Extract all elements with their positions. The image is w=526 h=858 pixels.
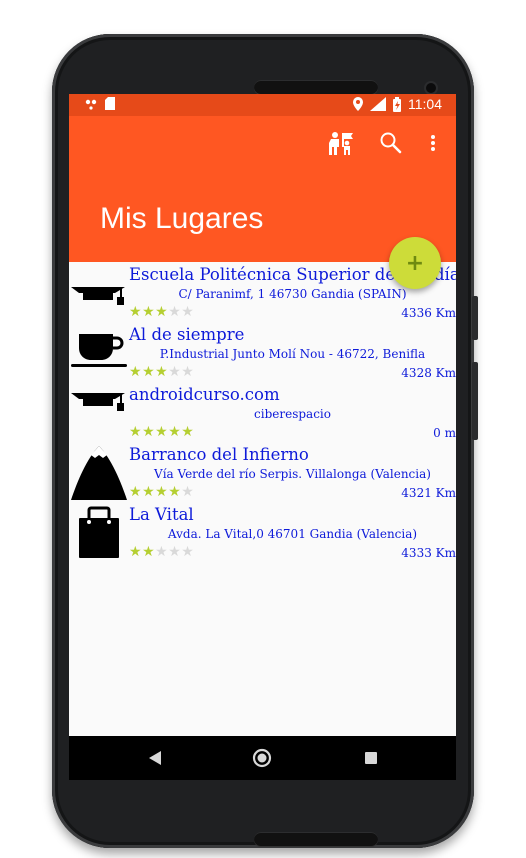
- star-icon[interactable]: ★: [129, 484, 142, 500]
- rating-stars[interactable]: ★★★★★: [129, 425, 194, 439]
- front-camera: [426, 83, 436, 93]
- place-distance: 4336 Km: [401, 306, 456, 320]
- place-distance: 4321 Km: [401, 486, 456, 500]
- status-bar: 11:04: [69, 94, 456, 116]
- star-icon[interactable]: ★: [129, 424, 142, 440]
- place-name: Al de siempre: [129, 325, 245, 344]
- people-icon: [329, 132, 353, 155]
- star-icon[interactable]: ★: [142, 424, 155, 440]
- rating-stars[interactable]: ★★★★★: [129, 365, 194, 379]
- place-distance: 4328 Km: [401, 366, 456, 380]
- star-icon[interactable]: ★: [181, 544, 194, 560]
- place-name: La Vital: [129, 505, 194, 524]
- add-place-button[interactable]: +: [389, 237, 441, 289]
- star-icon[interactable]: ★: [155, 364, 168, 380]
- place-distance: 4333 Km: [401, 546, 456, 560]
- place-address: ciberespacio: [254, 407, 331, 421]
- rating-stars[interactable]: ★★★★★: [129, 545, 194, 559]
- star-icon[interactable]: ★: [181, 364, 194, 380]
- star-icon[interactable]: ★: [155, 304, 168, 320]
- recents-icon: [365, 752, 377, 764]
- shopping-bag-icon: [79, 506, 119, 558]
- home-button[interactable]: [250, 736, 274, 780]
- star-icon[interactable]: ★: [129, 304, 142, 320]
- star-icon[interactable]: ★: [168, 544, 181, 560]
- list-item[interactable]: La Vital Avda. La Vital,0 46701 Gandia (…: [69, 502, 456, 562]
- star-icon[interactable]: ★: [168, 304, 181, 320]
- coffee-cup-icon: [71, 334, 127, 367]
- graduation-cap-icon: [71, 287, 125, 305]
- battery-icon: [393, 96, 401, 112]
- page-title: Mis Lugares: [100, 202, 264, 235]
- back-button[interactable]: [143, 736, 167, 780]
- location-icon: [353, 97, 363, 111]
- place-name: androidcurso.com: [129, 385, 280, 404]
- clock: 11:04: [408, 96, 442, 112]
- top-speaker: [254, 80, 378, 94]
- place-address: P.Industrial Junto Molí Nou - 46722, Ben…: [159, 347, 426, 361]
- rating-stars[interactable]: ★★★★★: [129, 485, 194, 499]
- search-button[interactable]: [378, 130, 404, 156]
- star-icon[interactable]: ★: [142, 364, 155, 380]
- star-icon[interactable]: ★: [155, 424, 168, 440]
- star-icon[interactable]: ★: [155, 544, 168, 560]
- star-icon[interactable]: ★: [181, 424, 194, 440]
- place-address: Vía Verde del río Serpis. Villalonga (Va…: [154, 467, 431, 481]
- star-icon[interactable]: ★: [168, 364, 181, 380]
- place-address: C/ Paranimf, 1 46730 Gandia (SPAIN): [178, 287, 407, 301]
- signal-icon: [370, 97, 386, 111]
- overflow-menu-button[interactable]: [425, 130, 441, 156]
- star-icon[interactable]: ★: [142, 544, 155, 560]
- rating-stars[interactable]: ★★★★★: [129, 305, 194, 319]
- star-icon[interactable]: ★: [142, 484, 155, 500]
- people-button[interactable]: [327, 130, 355, 156]
- star-icon[interactable]: ★: [129, 364, 142, 380]
- list-item[interactable]: androidcurso.com ciberespacio ★★★★★ 0 m: [69, 382, 456, 442]
- graduation-cap-icon: [71, 393, 125, 411]
- list-item[interactable]: Barranco del Infierno Vía Verde del río …: [69, 442, 456, 502]
- list-item[interactable]: Al de siempre P.Industrial Junto Molí No…: [69, 322, 456, 382]
- navigation-bar: [69, 736, 456, 780]
- star-icon[interactable]: ★: [168, 424, 181, 440]
- recents-button[interactable]: [359, 736, 383, 780]
- place-name: Barranco del Infierno: [129, 445, 309, 464]
- notification-dots-icon: [85, 99, 97, 110]
- app-bar: Mis Lugares: [69, 116, 456, 262]
- search-icon: [380, 132, 402, 154]
- star-icon[interactable]: ★: [142, 304, 155, 320]
- home-icon: [252, 748, 272, 768]
- star-icon[interactable]: ★: [181, 484, 194, 500]
- star-icon[interactable]: ★: [181, 304, 194, 320]
- device-screen: 11:04 Mis Lugares + Escuela Politécnica …: [69, 94, 456, 780]
- place-address: Avda. La Vital,0 46701 Gandia (Valencia): [167, 527, 418, 541]
- mountain-icon: [71, 446, 127, 500]
- star-icon[interactable]: ★: [155, 484, 168, 500]
- place-distance: 0 m: [433, 426, 456, 440]
- power-button[interactable]: [472, 296, 478, 340]
- sd-card-icon: [105, 97, 115, 110]
- bottom-speaker: [254, 832, 378, 846]
- places-list: Escuela Politécnica Superior de Gandía C…: [69, 262, 456, 562]
- volume-button[interactable]: [472, 362, 478, 440]
- star-icon[interactable]: ★: [129, 544, 142, 560]
- star-icon[interactable]: ★: [168, 484, 181, 500]
- more-vert-icon: [431, 135, 435, 151]
- back-icon: [149, 751, 161, 765]
